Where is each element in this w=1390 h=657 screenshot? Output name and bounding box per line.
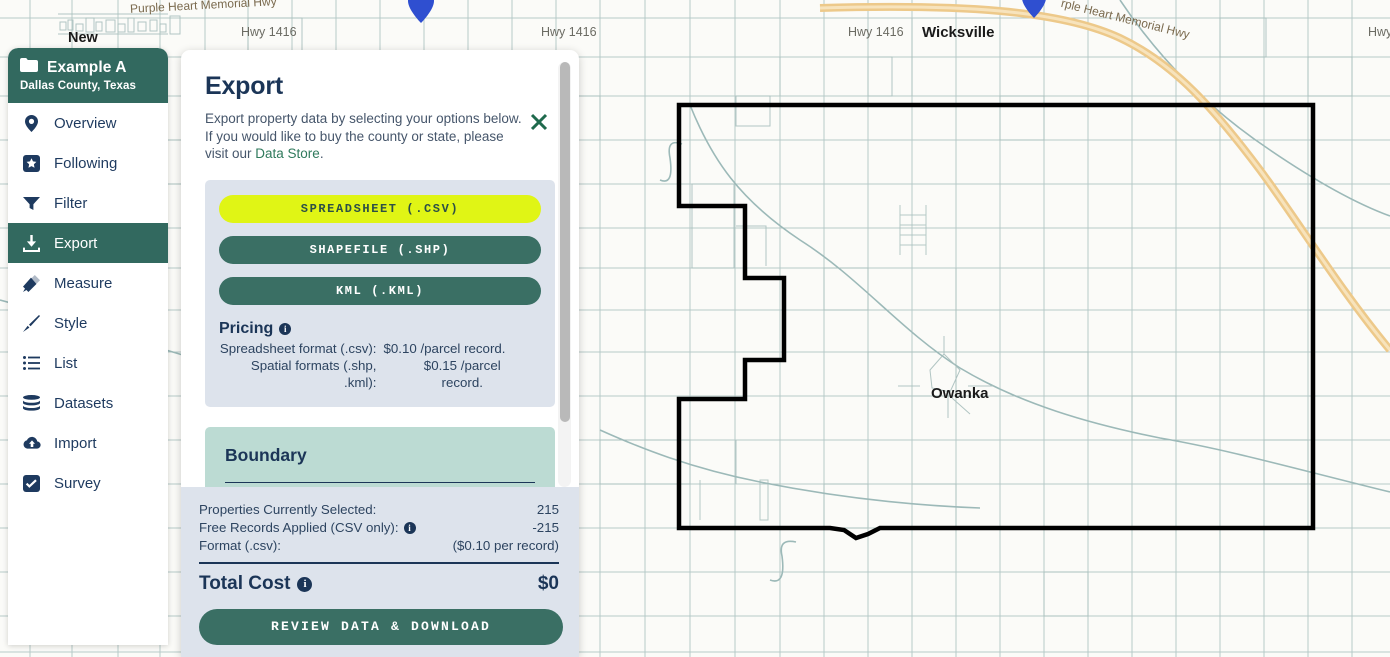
sidebar-item-measure[interactable]: Measure — [8, 263, 168, 303]
pricing-row-csv-value: $0.10 /parcel record. — [383, 340, 506, 356]
format-button-csv[interactable]: SPREADSHEET (.CSV) — [219, 194, 541, 223]
total-cost-info-icon[interactable]: i — [297, 576, 313, 592]
pricing-info-icon[interactable]: i — [279, 322, 292, 335]
pricing-row-spatial-label-a: Spatial formats (.shp, — [250, 357, 377, 373]
boundary-section: Boundary — [205, 426, 555, 487]
folder-icon — [20, 58, 38, 77]
pricing-table: Spreadsheet format (.csv): $0.10 /parcel… — [219, 340, 541, 391]
sidebar-item-label: List — [54, 354, 78, 372]
checkbox-icon — [22, 474, 41, 492]
summary-row-free-records: Free Records Applied (CSV only): i -215 — [199, 519, 559, 537]
export-summary-footer: Properties Currently Selected: 215 Free … — [181, 487, 579, 657]
panel-scrollbar-thumb[interactable] — [559, 62, 570, 422]
total-cost-row: Total Cost i $0 — [199, 573, 559, 595]
summary-value: -215 — [532, 520, 559, 535]
summary-value: ($0.10 per record) — [452, 538, 559, 553]
sidebar-item-import[interactable]: Import — [8, 423, 168, 463]
star-badge-icon — [22, 154, 41, 172]
data-store-link[interactable]: Data Store — [255, 146, 320, 161]
pricing-row-spatial-value-b: record. — [441, 374, 483, 390]
sidebar-item-list[interactable]: List — [8, 343, 168, 383]
pricing-heading: Pricing — [219, 319, 274, 337]
sidebar-item-filter[interactable]: Filter — [8, 183, 168, 223]
sidebar-item-label: Following — [54, 154, 118, 172]
sidebar-item-style[interactable]: Style — [8, 303, 168, 343]
summary-row-format: Format (.csv): ($0.10 per record) — [199, 537, 559, 555]
export-title: Export — [205, 72, 283, 100]
export-panel-scroll-area: Export Export property data by selecting… — [181, 50, 579, 487]
pricing-row-spatial-label-b: .kml): — [344, 374, 377, 390]
panel-scrollbar-track[interactable] — [558, 62, 571, 487]
paintbrush-icon — [22, 314, 41, 332]
sidebar-item-label: Survey — [54, 474, 101, 492]
summary-label: Format (.csv): — [199, 538, 281, 553]
database-icon — [22, 395, 41, 411]
export-description-period: . — [319, 146, 324, 162]
format-button-kml[interactable]: KML (.KML) — [219, 276, 541, 305]
format-button-shp[interactable]: SHAPEFILE (.SHP) — [219, 235, 541, 264]
boundary-title: Boundary — [225, 444, 307, 465]
sidebar-project-subtitle: Dallas County, Texas — [20, 80, 136, 92]
export-panel: Export Export property data by selecting… — [181, 50, 579, 657]
sidebar-item-label: Datasets — [54, 394, 114, 412]
close-icon[interactable] — [529, 112, 549, 132]
sidebar-item-label: Style — [54, 314, 88, 332]
sidebar-item-export[interactable]: Export — [8, 223, 168, 263]
summary-label: Properties Currently Selected: — [199, 502, 377, 517]
export-description-text: Export property data by selecting your o… — [205, 111, 522, 162]
summary-divider — [199, 562, 559, 564]
pricing-heading-row: Pricing i — [219, 320, 541, 338]
total-cost-value: $0 — [537, 573, 559, 594]
review-data-download-button[interactable]: REVIEW DATA & DOWNLOAD — [199, 609, 563, 645]
sidebar-item-label: Import — [54, 434, 97, 452]
sidebar-item-label: Filter — [54, 194, 88, 212]
sidebar-item-survey[interactable]: Survey — [8, 463, 168, 503]
free-records-info-icon[interactable]: i — [403, 522, 416, 534]
total-cost-label: Total Cost — [199, 573, 291, 594]
summary-value: 215 — [536, 502, 559, 517]
download-icon — [22, 234, 41, 252]
sidebar-item-label: Overview — [54, 114, 117, 132]
sidebar-item-label: Measure — [54, 274, 113, 292]
list-icon — [22, 356, 41, 370]
sidebar-item-overview[interactable]: Overview — [8, 103, 168, 143]
funnel-icon — [22, 196, 41, 211]
cloud-upload-icon — [22, 436, 41, 450]
summary-label: Free Records Applied (CSV only): — [199, 520, 399, 535]
summary-row-selected: Properties Currently Selected: 215 — [199, 501, 559, 519]
ruler-icon — [22, 274, 41, 292]
format-options-group: SPREADSHEET (.CSV) SHAPEFILE (.SHP) KML … — [205, 179, 555, 407]
sidebar: Example A Dallas County, Texas Overview … — [8, 48, 168, 645]
pricing-row-csv-label: Spreadsheet format (.csv): — [219, 340, 377, 356]
map-pin-icon — [22, 114, 41, 132]
sidebar-item-following[interactable]: Following — [8, 143, 168, 183]
sidebar-project-title: Example A — [47, 58, 127, 76]
export-description: Export property data by selecting your o… — [205, 110, 525, 163]
sidebar-item-datasets[interactable]: Datasets — [8, 383, 168, 423]
sidebar-header[interactable]: Example A Dallas County, Texas — [8, 48, 168, 103]
sidebar-item-label: Export — [54, 234, 98, 252]
pricing-row-spatial-value-a: $0.15 /parcel — [423, 357, 501, 373]
